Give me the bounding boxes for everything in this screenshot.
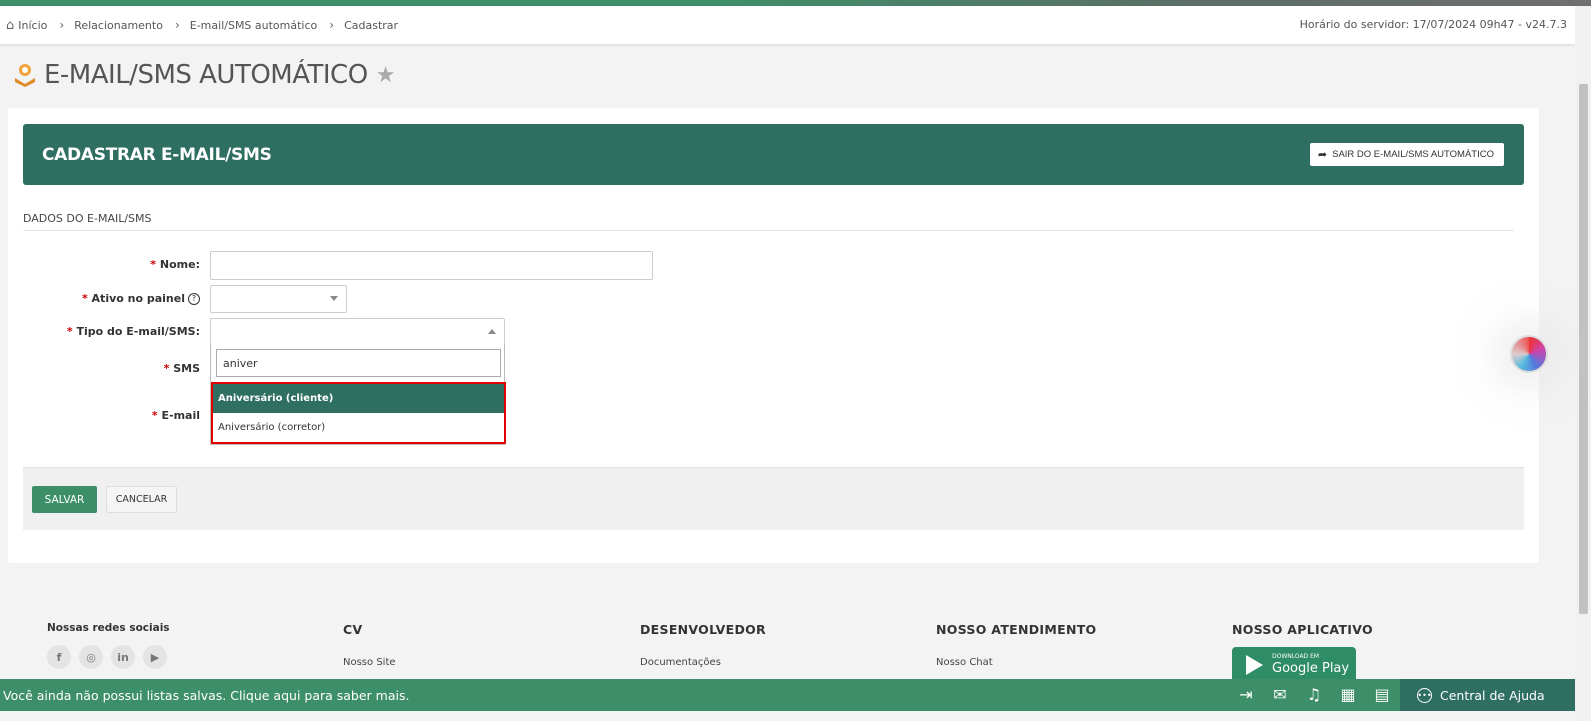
chevron-up-icon — [488, 329, 496, 334]
gplay-small-label: DOWNLOAD EM — [1272, 653, 1320, 660]
collapse-icon[interactable]: ⇥ — [1236, 685, 1256, 704]
help-icon[interactable]: ? — [188, 293, 200, 305]
footer-col-title: NOSSO APLICATIVO — [1232, 622, 1373, 637]
exit-button[interactable]: ➦ SAIR DO E-MAIL/SMS AUTOMÁTICO — [1309, 143, 1504, 166]
server-time: Horário do servidor: 17/07/2024 09h47 - … — [1299, 18, 1567, 31]
calculator-icon[interactable]: ▤ — [1372, 685, 1392, 704]
share-arrow-icon: ➦ — [1317, 149, 1328, 161]
mail-icon[interactable]: ✉ — [1270, 685, 1290, 704]
breadcrumb-relacionamento[interactable]: Relacionamento — [74, 19, 163, 32]
nome-label: * Nome: — [150, 258, 200, 271]
footer-link[interactable]: Documentações — [640, 657, 766, 668]
linkedin-icon[interactable]: in — [111, 645, 135, 669]
help-center-button[interactable]: ••• Central de Ajuda — [1400, 679, 1575, 711]
saved-lists-message[interactable]: Você ainda não possui listas salvas. Cli… — [3, 688, 409, 703]
card-title: CADASTRAR E-MAIL/SMS — [42, 145, 272, 165]
footer-link[interactable]: Nosso Site — [343, 657, 396, 668]
footer-col-cv: CV Nosso Site — [343, 622, 396, 668]
page-scrollbar[interactable] — [1575, 6, 1591, 721]
youtube-icon[interactable]: ▶ — [143, 645, 167, 669]
breadcrumb-current: Cadastrar — [344, 18, 399, 32]
bottom-toolbar: ⇥ ✉ ♫ ▦ ▤ — [1236, 685, 1392, 704]
dropdown-search-input[interactable] — [216, 349, 501, 377]
footer-social: Nossas redes sociais f ◎ in ▶ — [47, 622, 170, 669]
social-title: Nossas redes sociais — [47, 622, 170, 634]
footer-col-app: NOSSO APLICATIVO — [1232, 622, 1373, 637]
form-card: CADASTRAR E-MAIL/SMS ➦ SAIR DO E-MAIL/SM… — [8, 108, 1539, 563]
top-header: ⌂ Início › Relacionamento › E-mail/SMS a… — [0, 6, 1575, 44]
ativo-label: * Ativo no painel? — [48, 292, 200, 305]
footer-col-dev: DESENVOLVEDOR Documentações — [640, 622, 766, 668]
gplay-big-label: Google Play — [1272, 661, 1350, 676]
breadcrumb-email-sms[interactable]: E-mail/SMS automático — [190, 19, 318, 32]
cancel-button[interactable]: CANCELAR — [106, 486, 177, 513]
google-play-icon — [1246, 655, 1263, 675]
exit-button-label: SAIR DO E-MAIL/SMS AUTOMÁTICO — [1332, 149, 1494, 160]
footer-col-title: CV — [343, 622, 363, 637]
calendar-icon[interactable]: ▦ — [1338, 685, 1358, 704]
dropdown-option[interactable]: Aniversário (corretor) — [213, 413, 504, 442]
form-actions: SALVAR CANCELAR — [23, 467, 1524, 530]
tipo-select[interactable] — [210, 318, 505, 345]
facebook-icon[interactable]: f — [47, 645, 71, 669]
section-title: DADOS DO E-MAIL/SMS — [23, 212, 152, 225]
chat-icon: ••• — [1417, 687, 1432, 703]
page-title: E-MAIL/SMS AUTOMÁTICO — [44, 60, 368, 90]
footer-link[interactable]: Nosso Chat — [936, 657, 1096, 668]
sms-label: * SMS — [163, 362, 200, 375]
scrollbar-thumb[interactable] — [1579, 84, 1588, 614]
footer-col-title: NOSSO ATENDIMENTO — [936, 622, 1097, 637]
email-sms-module-icon — [15, 64, 35, 87]
tipo-label: * Tipo do E-mail/SMS: — [66, 325, 200, 338]
email-label: * E-mail — [151, 409, 200, 422]
favorite-star-icon[interactable]: ★ — [376, 63, 396, 88]
chevron-down-icon — [330, 296, 338, 301]
card-header: CADASTRAR E-MAIL/SMS ➦ SAIR DO E-MAIL/SM… — [23, 124, 1524, 185]
dropdown-option[interactable]: Aniversário (cliente) — [213, 384, 504, 413]
footer-col-title: DESENVOLVEDOR — [640, 622, 766, 637]
breadcrumb: ⌂ Início › Relacionamento › E-mail/SMS a… — [0, 18, 398, 33]
instagram-icon[interactable]: ◎ — [79, 645, 103, 669]
dropdown-results: Aniversário (cliente) Aniversário (corre… — [211, 382, 506, 444]
ativo-select[interactable] — [210, 285, 347, 313]
page-title-row: E-MAIL/SMS AUTOMÁTICO ★ — [12, 60, 395, 90]
tipo-dropdown: Aniversário (cliente) Aniversário (corre… — [210, 344, 506, 445]
nome-input[interactable] — [210, 251, 653, 280]
breadcrumb-home[interactable]: Início — [18, 19, 47, 32]
section-divider — [23, 230, 1514, 231]
bell-icon[interactable]: ♫ — [1304, 685, 1324, 704]
footer-col-support: NOSSO ATENDIMENTO Nosso Chat — [936, 622, 1096, 668]
chevron-right-icon: › — [174, 18, 180, 32]
assistant-orb-icon[interactable] — [1510, 335, 1548, 373]
home-icon[interactable]: ⌂ — [6, 18, 14, 33]
chevron-right-icon: › — [329, 18, 335, 32]
chevron-right-icon: › — [59, 18, 65, 32]
save-button[interactable]: SALVAR — [32, 486, 97, 513]
google-play-button[interactable]: DOWNLOAD EM Google Play — [1232, 647, 1356, 683]
bottom-bar: Você ainda não possui listas salvas. Cli… — [0, 679, 1575, 711]
help-center-label: Central de Ajuda — [1440, 687, 1545, 703]
